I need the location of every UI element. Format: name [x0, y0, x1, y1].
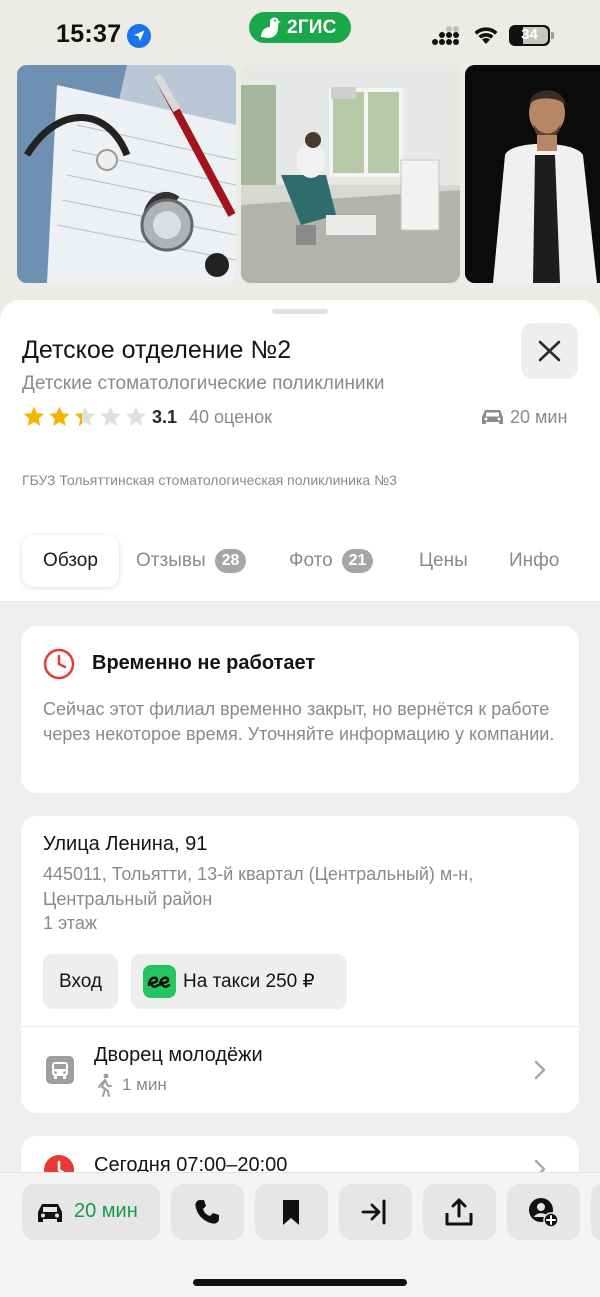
closed-title: Временно не работает [92, 652, 316, 674]
address-floor: 1 этаж [43, 913, 97, 933]
clock-icon [43, 648, 75, 680]
organization-name[interactable]: ГБУЗ Тольяттинская стоматологическая пол… [22, 472, 397, 488]
tab-label: Отзывы [136, 550, 206, 571]
tab-reviews[interactable]: Отзывы 28 [136, 535, 247, 587]
tab-bar: Обзор Отзывы 28 Фото 21 Цены Инфо [0, 535, 600, 587]
status-time: 15:37 [56, 20, 122, 48]
wifi-icon [474, 27, 498, 44]
battery-level: 34 [521, 26, 538, 43]
chevron-right-icon [534, 1060, 546, 1080]
bottom-action-bar: 20 мин [0, 1172, 600, 1297]
photos-count-badge: 21 [341, 549, 374, 573]
car-icon [482, 410, 503, 424]
tab-label: Цены [419, 550, 468, 571]
tab-label: Обзор [43, 550, 98, 571]
route-eta: 20 мин [74, 1200, 138, 1222]
add-contact-button[interactable] [507, 1184, 580, 1240]
tab-label: Фото [289, 550, 333, 571]
photo-dental-office[interactable] [241, 65, 460, 283]
route-button[interactable]: 20 мин [22, 1184, 160, 1240]
location-arrow-icon [127, 24, 151, 48]
bookmark-button[interactable] [255, 1184, 328, 1240]
doctor-portrait-image [465, 65, 600, 283]
nearest-stop-name[interactable]: Дворец молодёжи [94, 1044, 263, 1067]
brand-name: 2ГИС [287, 17, 337, 38]
walk-icon [98, 1073, 112, 1097]
enter-button[interactable] [339, 1184, 412, 1240]
enter-icon [361, 1199, 386, 1225]
phone-icon [195, 1200, 219, 1224]
walk-time: 1 мин [122, 1075, 167, 1094]
address-street[interactable]: Улица Ленина, 91 [43, 833, 207, 856]
taxi-logo-icon [143, 965, 176, 998]
address-detail: 445011, Тольятти, 13-й квартал (Централь… [43, 864, 474, 909]
add-contact-icon [529, 1198, 558, 1227]
bookmark-icon [283, 1200, 299, 1225]
drive-eta[interactable]: 20 мин [480, 404, 580, 430]
close-icon [538, 340, 561, 362]
home-indicator[interactable] [193, 1279, 407, 1286]
temporarily-closed-card: Временно не работает Сейчас этот филиал … [21, 626, 579, 793]
tab-prices[interactable]: Цены [419, 535, 468, 587]
status-bar: 15:37 2ГИС 34 [0, 0, 600, 64]
close-button[interactable] [521, 323, 578, 379]
place-category: Детские стоматологические поликлиники [22, 373, 385, 394]
place-sheet: Детское отделение №2 Детские стоматологи… [0, 300, 600, 1297]
goose-logo-icon [261, 17, 281, 38]
entrance-button[interactable]: Вход [43, 954, 118, 1009]
photo-doctor[interactable] [465, 65, 600, 283]
bus-stop-icon [46, 1056, 74, 1084]
tab-overview[interactable]: Обзор [22, 535, 119, 587]
share-button[interactable] [423, 1184, 496, 1240]
dental-office-image [241, 65, 460, 283]
divider [21, 1026, 579, 1027]
reviews-count-badge: 28 [214, 549, 247, 573]
sheet-grabber[interactable] [272, 309, 328, 314]
brand-badge[interactable]: 2ГИС [249, 12, 351, 43]
share-icon [445, 1198, 473, 1226]
place-title: Детское отделение №2 [22, 336, 292, 364]
taxi-label: На такси 250 ₽ [183, 971, 315, 992]
rating-count[interactable]: 40 оценок [189, 407, 272, 428]
signal-icon [432, 26, 459, 45]
eta-text: 20 мин [510, 407, 568, 427]
taxi-button[interactable]: На такси 250 ₽ [131, 954, 347, 1009]
stethoscope-image [17, 65, 236, 283]
rating-stars-icon [23, 406, 147, 426]
entrance-label: Вход [59, 970, 102, 992]
place-header: Детское отделение №2 Детские стоматологи… [0, 300, 600, 602]
photo-stethoscope[interactable] [17, 65, 236, 283]
rating-value: 3.1 [152, 407, 178, 427]
address-card: Улица Ленина, 91 445011, Тольятти, 13-й … [21, 816, 579, 1113]
tab-info[interactable]: Инфо [509, 535, 559, 587]
more-actions-button[interactable] [591, 1184, 600, 1240]
call-button[interactable] [171, 1184, 244, 1240]
tab-photos[interactable]: Фото 21 [289, 535, 374, 587]
tab-label: Инфо [509, 550, 560, 571]
battery-indicator: 34 [509, 25, 555, 46]
closed-description: Сейчас этот филиал временно закрыт, но в… [43, 699, 555, 744]
car-icon [38, 1204, 62, 1222]
